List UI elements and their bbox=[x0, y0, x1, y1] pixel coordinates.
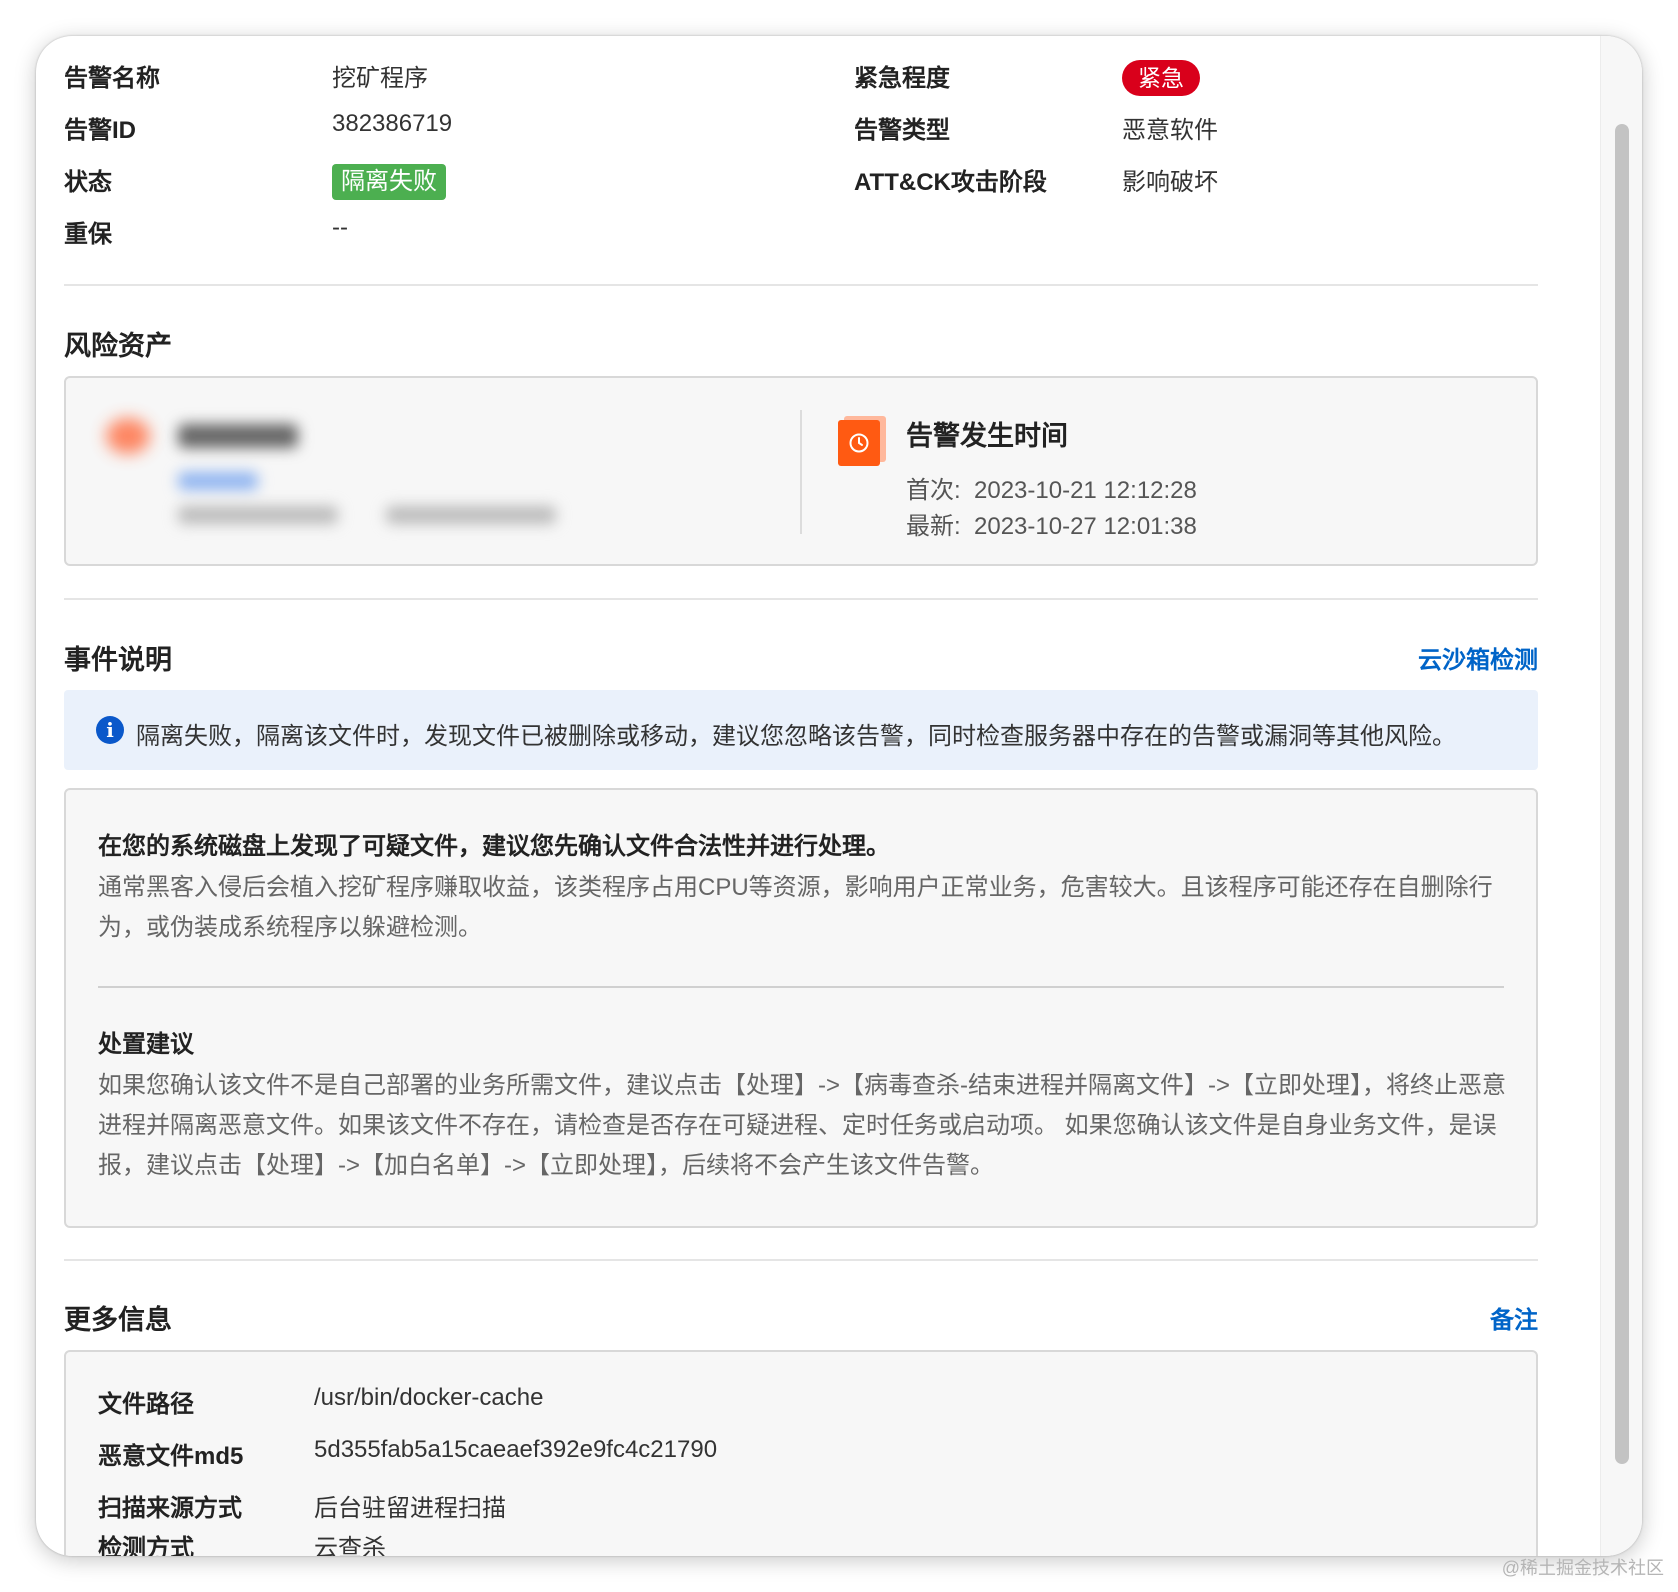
alert-name-value: 挖矿程序 bbox=[332, 65, 428, 92]
status-label: 状态 bbox=[64, 169, 112, 196]
latest-time: 最新: 2023-10-27 12:01:38 bbox=[906, 506, 1197, 541]
alert-detail-content: 告警名称 挖矿程序 告警ID 382386719 状态 隔离失败 重保 -- 紧… bbox=[64, 36, 1538, 1556]
more-info-title: 更多信息 bbox=[64, 1305, 172, 1335]
inner-divider bbox=[98, 986, 1504, 988]
clock-icon bbox=[838, 416, 886, 466]
latest-time-value: 2023-10-27 12:01:38 bbox=[974, 513, 1197, 540]
asset-ip-blurred bbox=[178, 506, 338, 524]
advice-body: 如果您确认该文件不是自己部署的业务所需文件，建议点击【处理】->【病毒查杀-结束… bbox=[98, 1072, 1507, 1179]
attck-stage-label: ATT&CK攻击阶段 bbox=[854, 169, 1047, 196]
alert-detail-window: 告警名称 挖矿程序 告警ID 382386719 状态 隔离失败 重保 -- 紧… bbox=[36, 36, 1642, 1556]
alert-time-title: 告警发生时间 bbox=[906, 421, 1068, 451]
detect-method-label: 检测方式 bbox=[98, 1535, 194, 1556]
alert-id-value: 382386719 bbox=[332, 110, 453, 137]
sandbox-detect-link[interactable]: 云沙箱检测 bbox=[1418, 640, 1538, 675]
latest-time-label: 最新: bbox=[906, 513, 961, 540]
asset-link-blurred[interactable] bbox=[178, 472, 258, 490]
status-badge: 隔离失败 bbox=[332, 164, 446, 200]
more-info-card: 文件路径 /usr/bin/docker-cache 恶意文件md5 5d355… bbox=[64, 1350, 1538, 1556]
scrollbar-thumb[interactable] bbox=[1615, 124, 1629, 1464]
file-path-label: 文件路径 bbox=[98, 1391, 194, 1418]
risk-asset-card: 告警发生时间 首次: 2023-10-21 12:12:28 最新: 2023-… bbox=[64, 376, 1538, 566]
scrollbar[interactable] bbox=[1600, 36, 1642, 1556]
event-body: 通常黑客入侵后会植入挖矿程序赚取收益，该类程序占用CPU等资源，影响用户正常业务… bbox=[98, 874, 1493, 941]
file-path-value: /usr/bin/docker-cache bbox=[314, 1384, 544, 1411]
divider bbox=[64, 284, 1538, 286]
severity-badge: 紧急 bbox=[1122, 60, 1200, 96]
asset-name-blurred[interactable] bbox=[178, 424, 298, 448]
first-time: 首次: 2023-10-21 12:12:28 bbox=[906, 470, 1197, 505]
notice-banner: i 隔离失败，隔离该文件时，发现文件已被删除或移动，建议您忽略该告警，同时检查服… bbox=[64, 690, 1538, 770]
info-icon: i bbox=[96, 716, 124, 744]
event-detail-card: 在您的系统磁盘上发现了可疑文件，建议您先确认文件合法性并进行处理。 通常黑客入侵… bbox=[64, 788, 1538, 1228]
guard-label: 重保 bbox=[64, 221, 112, 248]
guard-value: -- bbox=[332, 214, 348, 241]
remark-link[interactable]: 备注 bbox=[1490, 1300, 1538, 1335]
scan-source-label: 扫描来源方式 bbox=[98, 1495, 242, 1522]
advice-title: 处置建议 bbox=[98, 1031, 194, 1058]
alert-id-label: 告警ID bbox=[64, 117, 136, 144]
first-time-label: 首次: bbox=[906, 477, 961, 504]
asset-ip-blurred bbox=[386, 506, 556, 524]
risk-assets-title: 风险资产 bbox=[64, 331, 172, 361]
alert-type-label: 告警类型 bbox=[854, 117, 950, 144]
md5-label: 恶意文件md5 bbox=[98, 1443, 244, 1470]
notice-text: 隔离失败，隔离该文件时，发现文件已被删除或移动，建议您忽略该告警，同时检查服务器… bbox=[136, 723, 1456, 750]
divider bbox=[64, 1259, 1538, 1261]
severity-label: 紧急程度 bbox=[854, 65, 950, 92]
detect-method-value: 云查杀 bbox=[314, 1535, 386, 1556]
watermark: @稀土掘金技术社区 bbox=[1501, 1558, 1664, 1578]
asset-avatar bbox=[106, 418, 150, 454]
alert-type-value: 恶意软件 bbox=[1122, 117, 1218, 144]
alert-name-label: 告警名称 bbox=[64, 65, 160, 92]
first-time-value: 2023-10-21 12:12:28 bbox=[974, 477, 1197, 504]
divider bbox=[64, 598, 1538, 600]
event-heading: 在您的系统磁盘上发现了可疑文件，建议您先确认文件合法性并进行处理。 bbox=[98, 833, 890, 860]
event-title: 事件说明 bbox=[64, 645, 172, 675]
scan-source-value: 后台驻留进程扫描 bbox=[314, 1495, 506, 1522]
attck-stage-value: 影响破坏 bbox=[1122, 169, 1218, 196]
card-separator bbox=[800, 410, 802, 534]
md5-value: 5d355fab5a15caeaef392e9fc4c21790 bbox=[314, 1436, 718, 1463]
